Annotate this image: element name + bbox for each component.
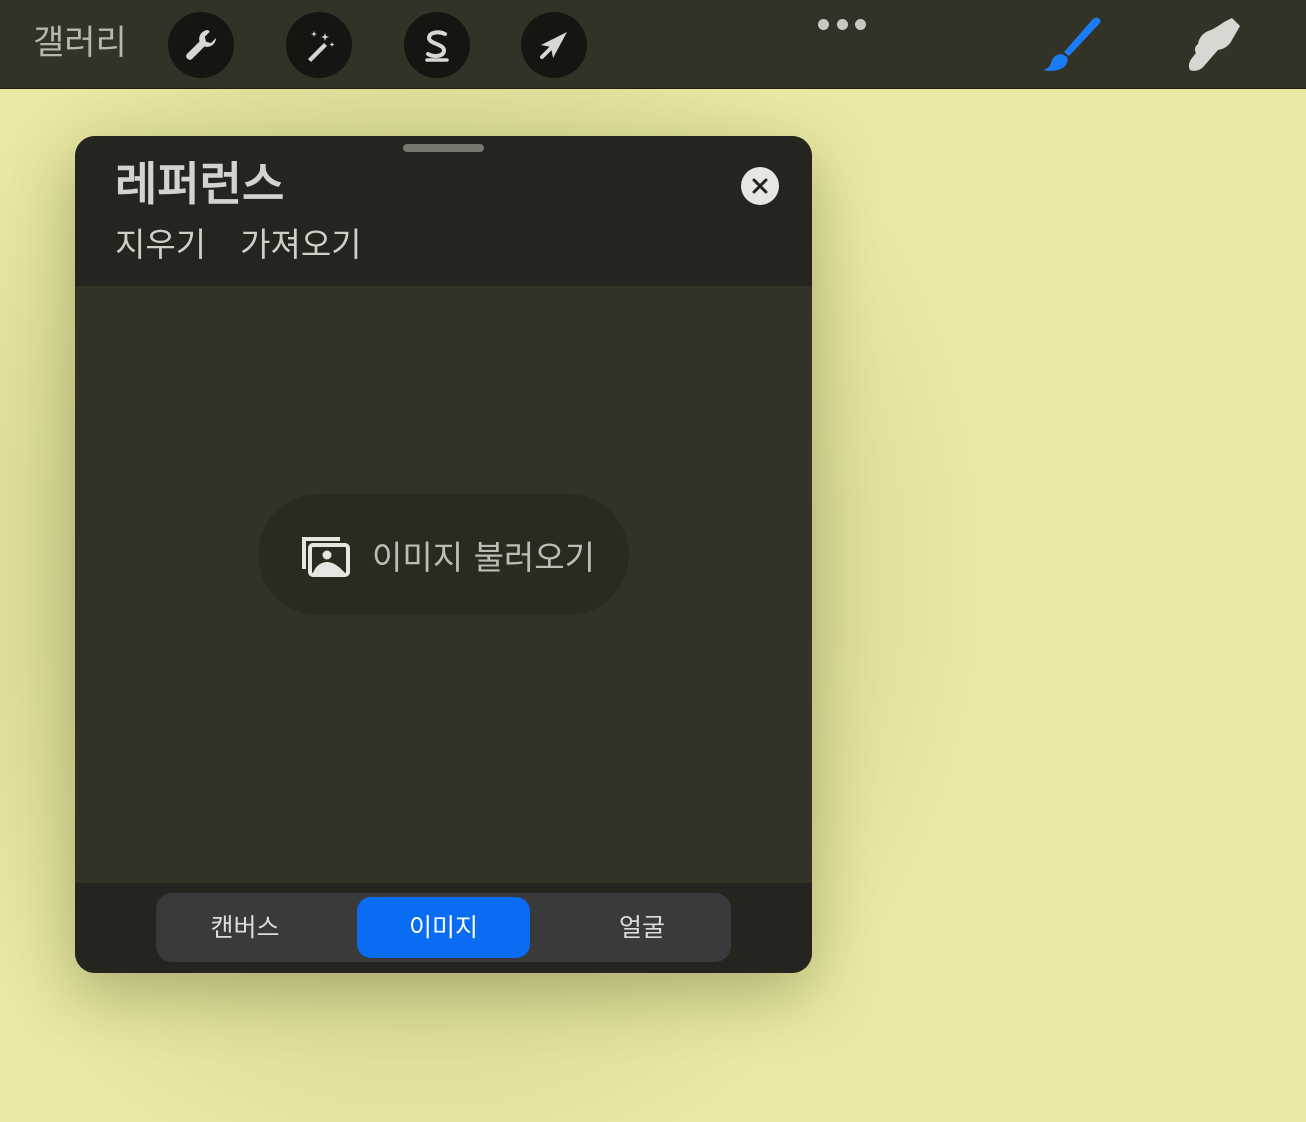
- more-button[interactable]: [818, 16, 866, 32]
- panel-footer: 캔버스 이미지 얼굴: [75, 883, 812, 973]
- actions-button[interactable]: [168, 12, 234, 78]
- panel-header: 레퍼런스 지우기 가져오기: [75, 136, 812, 286]
- header-actions: 지우기 가져오기: [115, 224, 362, 266]
- ellipsis-icon: [818, 18, 829, 30]
- reference-area: 이미지 불러오기: [75, 286, 812, 883]
- photo-stack-icon: [302, 536, 350, 577]
- close-icon: [752, 178, 768, 194]
- clear-button[interactable]: 지우기: [115, 224, 206, 266]
- import-action-button[interactable]: 가져오기: [240, 224, 361, 266]
- arrow-cursor-icon: [540, 32, 567, 59]
- drag-handle[interactable]: [403, 144, 484, 152]
- selection-s-icon: [425, 30, 449, 62]
- wrench-icon: [186, 30, 216, 60]
- panel-title: 레퍼런스: [115, 157, 285, 211]
- import-image-label: 이미지 불러오기: [372, 537, 596, 577]
- transform-button[interactable]: [521, 12, 587, 78]
- brush-icon[interactable]: [1038, 14, 1104, 74]
- segment-image[interactable]: 이미지: [357, 897, 530, 958]
- magic-wand-icon: [308, 31, 335, 62]
- segment-canvas[interactable]: 캔버스: [156, 897, 334, 958]
- selection-button[interactable]: [404, 12, 470, 78]
- reference-panel: 레퍼런스 지우기 가져오기 이미지 불러오기 캔버스 이미지 얼굴: [75, 136, 812, 973]
- top-toolbar: 갤러리: [0, 0, 1306, 89]
- close-button[interactable]: [741, 167, 779, 205]
- adjustments-button[interactable]: [286, 12, 352, 78]
- segment-face[interactable]: 얼굴: [553, 897, 731, 958]
- reference-mode-segmented-control: 캔버스 이미지 얼굴: [156, 893, 731, 962]
- import-image-button[interactable]: 이미지 불러오기: [258, 494, 629, 615]
- gallery-button[interactable]: 갤러리: [33, 20, 127, 66]
- smudge-icon[interactable]: [1182, 16, 1242, 74]
